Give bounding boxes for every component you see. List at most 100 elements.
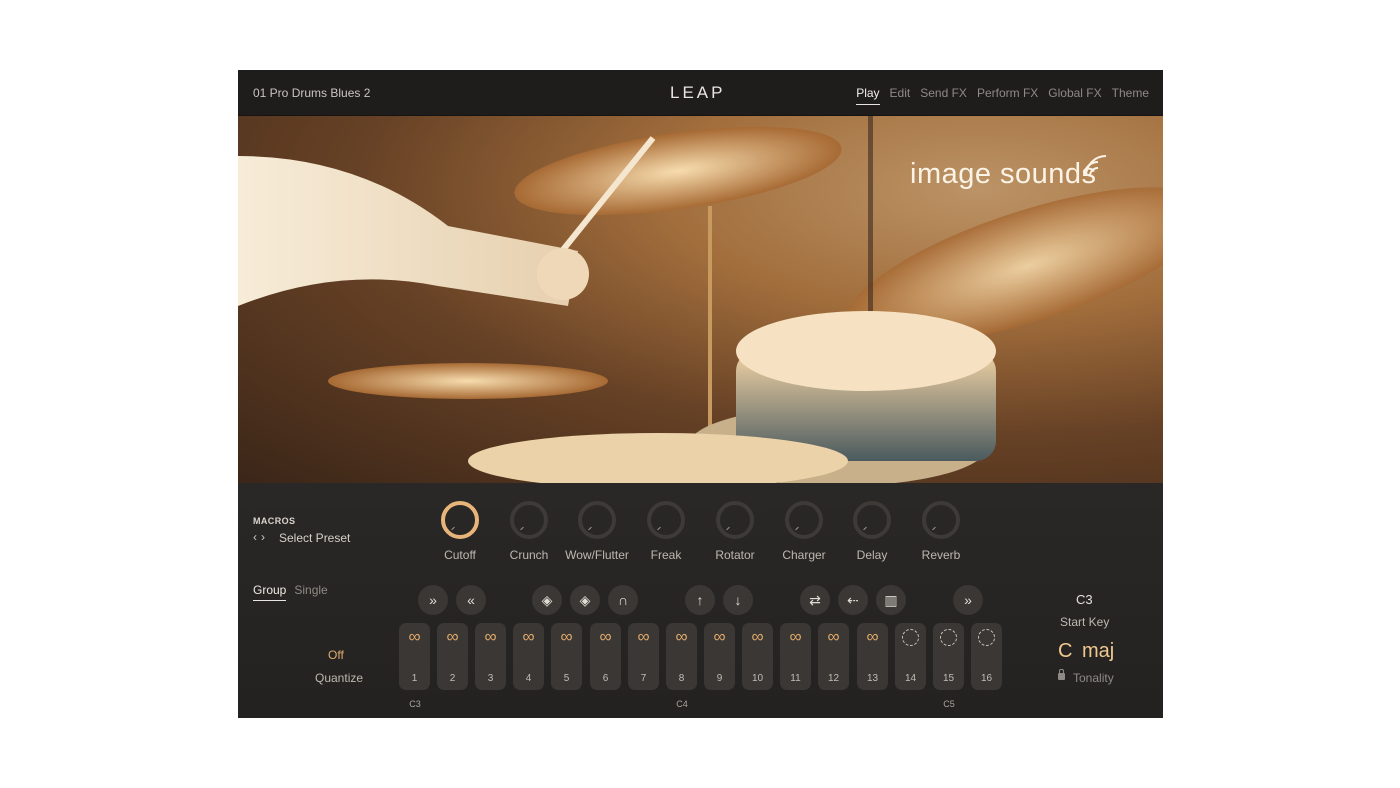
pad-number: 8 bbox=[678, 673, 685, 684]
note-label-c4: C4 bbox=[676, 699, 688, 709]
knob-dial[interactable] bbox=[785, 501, 823, 539]
mode-tabs: Group Single bbox=[253, 583, 328, 601]
performance-panel: MACROS ‹ › Select Preset Cutoff Crunch W… bbox=[238, 483, 1163, 718]
grid-diamond-button[interactable]: ◈ bbox=[532, 585, 562, 615]
pad-8[interactable]: ∞ 8 bbox=[666, 623, 697, 690]
loop-icon: ∞ bbox=[446, 627, 459, 646]
pad-15[interactable]: 15 bbox=[933, 623, 964, 690]
knob-dial[interactable] bbox=[441, 501, 479, 539]
knob-dial[interactable] bbox=[716, 501, 754, 539]
loop-icon: ∞ bbox=[408, 627, 421, 646]
fast-forward-button-2[interactable]: » bbox=[953, 585, 983, 615]
chevron-left-icon[interactable]: ‹ bbox=[253, 530, 257, 544]
pad-number: 5 bbox=[563, 673, 570, 684]
chevron-right-icon[interactable]: › bbox=[261, 530, 265, 544]
pad-12[interactable]: ∞ 12 bbox=[818, 623, 849, 690]
loop-icon: ∞ bbox=[713, 627, 726, 646]
pad-number: 1 bbox=[411, 673, 418, 684]
pad-number: 12 bbox=[827, 673, 840, 684]
knob-label: Cutoff bbox=[444, 548, 476, 562]
macro-knob-wow-flutter[interactable]: Wow/Flutter bbox=[560, 501, 634, 562]
knob-dial[interactable] bbox=[647, 501, 685, 539]
wifi-waves-icon bbox=[1083, 155, 1107, 177]
knob-dial[interactable] bbox=[853, 501, 891, 539]
lock-icon[interactable] bbox=[1058, 669, 1065, 680]
pad-1[interactable]: ∞ 1 bbox=[399, 623, 430, 690]
knob-dial[interactable] bbox=[578, 501, 616, 539]
macro-knob-charger[interactable]: Charger bbox=[767, 501, 841, 562]
arrow-down-button[interactable]: ↓ bbox=[723, 585, 753, 615]
pad-14[interactable]: 14 bbox=[895, 623, 926, 690]
tab-single[interactable]: Single bbox=[294, 583, 327, 601]
arrow-up-button[interactable]: ↑ bbox=[685, 585, 715, 615]
knob-label: Rotator bbox=[715, 548, 755, 562]
knob-label: Freak bbox=[650, 548, 682, 562]
pad-11[interactable]: ∞ 11 bbox=[780, 623, 811, 690]
pad-number: 10 bbox=[751, 673, 764, 684]
knob-dial[interactable] bbox=[510, 501, 548, 539]
tab-perform-fx[interactable]: Perform FX bbox=[977, 86, 1038, 105]
knob-label: Reverb bbox=[921, 548, 961, 562]
pad-2[interactable]: ∞ 2 bbox=[437, 623, 468, 690]
pad-number: 15 bbox=[942, 673, 955, 684]
macro-knob-delay[interactable]: Delay bbox=[835, 501, 909, 562]
pad-16[interactable]: 16 bbox=[971, 623, 1002, 690]
grid-diamond-2-button[interactable]: ◈ bbox=[570, 585, 600, 615]
pad-4[interactable]: ∞ 4 bbox=[513, 623, 544, 690]
main-nav: Play Edit Send FX Perform FX Global FX T… bbox=[856, 86, 1149, 105]
loop-icon: ∞ bbox=[866, 627, 879, 646]
preset-name[interactable]: 01 Pro Drums Blues 2 bbox=[253, 86, 370, 100]
pad-3[interactable]: ∞ 3 bbox=[475, 623, 506, 690]
header-bar: 01 Pro Drums Blues 2 LEAP Play Edit Send… bbox=[238, 70, 1163, 116]
empty-slot-icon bbox=[978, 629, 995, 646]
tonality-label: Tonality bbox=[1073, 671, 1114, 685]
tonality-scale[interactable]: maj bbox=[1082, 640, 1114, 663]
empty-slot-icon bbox=[940, 629, 957, 646]
pad-number: 2 bbox=[449, 673, 456, 684]
swap-button[interactable]: ⇄ bbox=[800, 585, 830, 615]
pad-5[interactable]: ∞ 5 bbox=[551, 623, 582, 690]
preset-artwork: image sounds bbox=[238, 116, 1163, 483]
tab-theme[interactable]: Theme bbox=[1112, 86, 1149, 105]
start-key-label: Start Key bbox=[1060, 615, 1110, 629]
pad-13[interactable]: ∞ 13 bbox=[857, 623, 888, 690]
quantize-label: Quantize bbox=[315, 671, 364, 685]
pad-9[interactable]: ∞ 9 bbox=[704, 623, 735, 690]
pad-6[interactable]: ∞ 6 bbox=[590, 623, 621, 690]
leap-logo: LEAP bbox=[670, 83, 726, 102]
select-preset-button[interactable]: Select Preset bbox=[279, 531, 350, 545]
macros-title: MACROS bbox=[253, 516, 296, 526]
loop-icon: ∞ bbox=[675, 627, 688, 646]
tab-group[interactable]: Group bbox=[253, 583, 287, 601]
macro-knob-cutoff[interactable]: Cutoff bbox=[423, 501, 497, 562]
macro-knob-reverb[interactable]: Reverb bbox=[904, 501, 978, 562]
envelope-button[interactable]: ∩ bbox=[608, 585, 638, 615]
scatter-button[interactable]: ⇠ bbox=[838, 585, 868, 615]
quantize-value[interactable]: Off bbox=[328, 648, 345, 662]
tab-play[interactable]: Play bbox=[856, 86, 880, 105]
knob-dial[interactable] bbox=[922, 501, 960, 539]
loop-icon: ∞ bbox=[484, 627, 497, 646]
loop-icon: ∞ bbox=[789, 627, 802, 646]
tab-global-fx[interactable]: Global FX bbox=[1048, 86, 1101, 105]
macro-knob-rotator[interactable]: Rotator bbox=[698, 501, 772, 562]
pad-10[interactable]: ∞ 10 bbox=[742, 623, 773, 690]
pad-number: 9 bbox=[716, 673, 723, 684]
tonality-key[interactable]: C bbox=[1058, 640, 1072, 663]
rewind-button[interactable]: « bbox=[456, 585, 486, 615]
macro-knob-freak[interactable]: Freak bbox=[629, 501, 703, 562]
pad-number: 13 bbox=[866, 673, 879, 684]
loop-icon: ∞ bbox=[599, 627, 612, 646]
macro-knob-crunch[interactable]: Crunch bbox=[492, 501, 566, 562]
pad-7[interactable]: ∞ 7 bbox=[628, 623, 659, 690]
note-label-c5: C5 bbox=[943, 699, 955, 709]
pad-number: 11 bbox=[790, 673, 801, 684]
tab-edit[interactable]: Edit bbox=[890, 86, 911, 105]
pad-number: 7 bbox=[640, 673, 647, 684]
start-key-value[interactable]: C3 bbox=[1076, 592, 1093, 607]
tab-send-fx[interactable]: Send FX bbox=[920, 86, 967, 105]
bars-button[interactable]: ▥ bbox=[876, 585, 906, 615]
fast-forward-button[interactable]: » bbox=[418, 585, 448, 615]
loop-icon: ∞ bbox=[522, 627, 535, 646]
loop-icon: ∞ bbox=[560, 627, 573, 646]
